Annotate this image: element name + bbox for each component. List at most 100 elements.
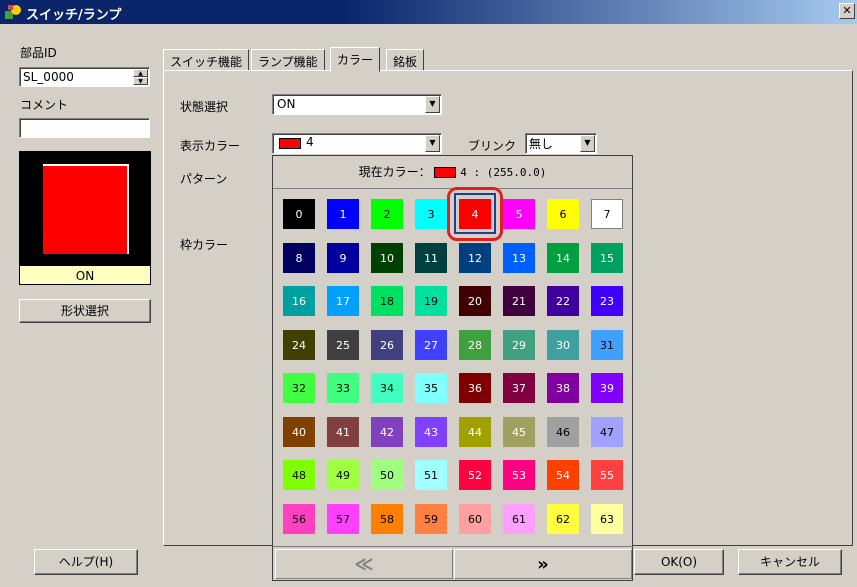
color-swatch-8[interactable]: 8 xyxy=(283,242,315,273)
color-cell[interactable]: 16 xyxy=(277,279,321,322)
color-swatch-41[interactable]: 41 xyxy=(327,416,359,447)
state-select-dropdown[interactable]: ON ▼ xyxy=(272,94,442,115)
color-swatch-37[interactable]: 37 xyxy=(503,373,535,403)
color-swatch-13[interactable]: 13 xyxy=(503,242,535,273)
tab-color[interactable]: カラー xyxy=(330,47,381,72)
color-cell[interactable]: 34 xyxy=(365,366,409,409)
color-cell[interactable]: 11 xyxy=(409,236,453,279)
color-cell[interactable]: 2 xyxy=(365,192,409,235)
spinner-down-icon[interactable]: ▼ xyxy=(133,77,148,85)
color-cell[interactable]: 55 xyxy=(585,453,629,496)
color-cell[interactable]: 48 xyxy=(277,453,321,496)
color-swatch-61[interactable]: 61 xyxy=(503,503,535,534)
tab-lamp-function[interactable]: ランプ機能 xyxy=(251,49,325,71)
color-cell[interactable]: 6 xyxy=(541,192,585,235)
color-swatch-59[interactable]: 59 xyxy=(415,503,447,534)
next-page-button[interactable]: » xyxy=(454,549,632,579)
cancel-button[interactable]: キャンセル xyxy=(738,549,842,575)
color-cell[interactable]: 27 xyxy=(409,323,453,366)
blink-dropdown[interactable]: 無し ▼ xyxy=(525,133,597,154)
color-cell[interactable]: 41 xyxy=(321,410,365,453)
color-cell[interactable]: 12 xyxy=(453,236,497,279)
part-id-spinner[interactable]: ▲ ▼ xyxy=(133,69,148,85)
color-swatch-46[interactable]: 46 xyxy=(547,416,579,447)
color-swatch-55[interactable]: 55 xyxy=(591,460,623,490)
color-cell[interactable]: 22 xyxy=(541,279,585,322)
color-swatch-14[interactable]: 14 xyxy=(547,242,579,273)
color-cell[interactable]: 56 xyxy=(277,497,321,540)
prev-page-button[interactable]: ≪ xyxy=(275,549,453,579)
shape-select-button[interactable]: 形状選択 xyxy=(19,299,151,323)
color-cell[interactable]: 50 xyxy=(365,453,409,496)
color-swatch-35[interactable]: 35 xyxy=(415,373,447,403)
color-cell[interactable]: 57 xyxy=(321,497,365,540)
color-cell[interactable]: 43 xyxy=(409,410,453,453)
tab-switch-function[interactable]: スイッチ機能 xyxy=(163,49,250,71)
color-swatch-32[interactable]: 32 xyxy=(283,373,315,403)
color-swatch-26[interactable]: 26 xyxy=(371,329,403,360)
color-cell[interactable]: 40 xyxy=(277,410,321,453)
color-swatch-27[interactable]: 27 xyxy=(415,329,447,360)
color-cell[interactable]: 0 xyxy=(277,192,321,235)
color-swatch-24[interactable]: 24 xyxy=(283,329,315,360)
color-cell[interactable]: 36 xyxy=(453,366,497,409)
color-cell[interactable]: 21 xyxy=(497,279,541,322)
color-swatch-29[interactable]: 29 xyxy=(503,329,535,360)
color-cell[interactable]: 30 xyxy=(541,323,585,366)
color-cell[interactable]: 38 xyxy=(541,366,585,409)
color-swatch-30[interactable]: 30 xyxy=(547,329,579,360)
color-swatch-34[interactable]: 34 xyxy=(371,373,403,403)
color-swatch-36[interactable]: 36 xyxy=(459,373,491,403)
color-swatch-16[interactable]: 16 xyxy=(283,286,315,316)
color-swatch-58[interactable]: 58 xyxy=(371,503,403,534)
color-swatch-45[interactable]: 45 xyxy=(503,416,535,447)
color-cell[interactable]: 14 xyxy=(541,236,585,279)
color-swatch-48[interactable]: 48 xyxy=(283,460,315,490)
color-cell[interactable]: 20 xyxy=(453,279,497,322)
color-swatch-39[interactable]: 39 xyxy=(591,373,623,403)
color-cell[interactable]: 32 xyxy=(277,366,321,409)
color-cell[interactable]: 52 xyxy=(453,453,497,496)
color-swatch-15[interactable]: 15 xyxy=(591,242,623,273)
color-cell[interactable]: 58 xyxy=(365,497,409,540)
color-swatch-43[interactable]: 43 xyxy=(415,416,447,447)
color-cell[interactable]: 39 xyxy=(585,366,629,409)
color-swatch-10[interactable]: 10 xyxy=(371,242,403,273)
color-swatch-5[interactable]: 5 xyxy=(503,199,535,229)
color-cell[interactable]: 60 xyxy=(453,497,497,540)
color-swatch-25[interactable]: 25 xyxy=(327,329,359,360)
color-swatch-18[interactable]: 18 xyxy=(371,286,403,316)
color-cell[interactable]: 10 xyxy=(365,236,409,279)
color-cell[interactable]: 44 xyxy=(453,410,497,453)
color-cell[interactable]: 35 xyxy=(409,366,453,409)
color-swatch-19[interactable]: 19 xyxy=(415,286,447,316)
color-cell[interactable]: 28 xyxy=(453,323,497,366)
color-swatch-57[interactable]: 57 xyxy=(327,503,359,534)
color-cell[interactable]: 42 xyxy=(365,410,409,453)
color-swatch-0[interactable]: 0 xyxy=(283,199,315,229)
color-swatch-17[interactable]: 17 xyxy=(327,286,359,316)
color-cell[interactable]: 29 xyxy=(497,323,541,366)
chevron-down-icon[interactable]: ▼ xyxy=(580,135,595,152)
part-id-field[interactable]: SL_0000 ▲ ▼ xyxy=(19,67,150,87)
color-swatch-12[interactable]: 12 xyxy=(459,242,491,273)
color-cell[interactable]: 51 xyxy=(409,453,453,496)
color-cell[interactable]: 25 xyxy=(321,323,365,366)
color-swatch-49[interactable]: 49 xyxy=(327,460,359,490)
tab-nameplate[interactable]: 銘板 xyxy=(386,49,425,71)
color-cell[interactable]: 17 xyxy=(321,279,365,322)
color-cell[interactable]: 19 xyxy=(409,279,453,322)
ok-button[interactable]: OK(O) xyxy=(634,549,724,575)
color-swatch-54[interactable]: 54 xyxy=(547,460,579,490)
chevron-down-icon[interactable]: ▼ xyxy=(425,96,440,113)
color-swatch-63[interactable]: 63 xyxy=(591,503,623,534)
color-swatch-53[interactable]: 53 xyxy=(503,460,535,490)
color-cell[interactable]: 15 xyxy=(585,236,629,279)
color-cell[interactable]: 62 xyxy=(541,497,585,540)
color-cell[interactable]: 47 xyxy=(585,410,629,453)
color-swatch-33[interactable]: 33 xyxy=(327,373,359,403)
color-cell[interactable]: 46 xyxy=(541,410,585,453)
color-swatch-47[interactable]: 47 xyxy=(591,416,623,447)
color-swatch-51[interactable]: 51 xyxy=(415,460,447,490)
color-swatch-50[interactable]: 50 xyxy=(371,460,403,490)
